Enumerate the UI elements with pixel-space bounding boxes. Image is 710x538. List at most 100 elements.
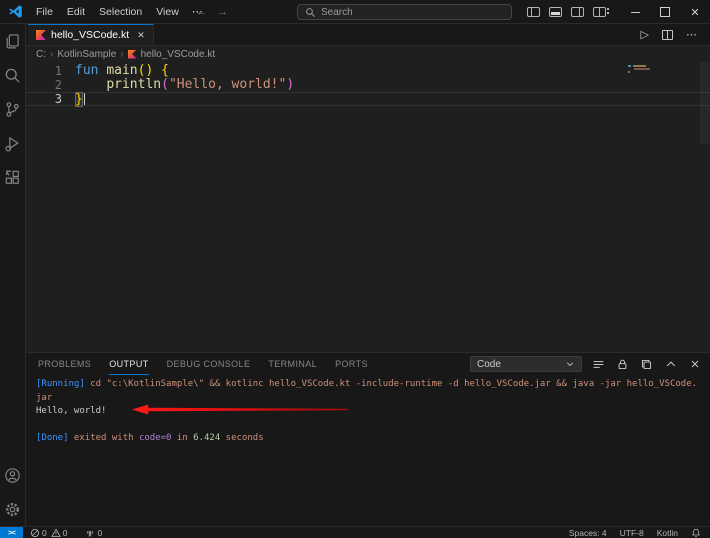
title-bar: File Edit Selection View ⋯ ← → Search ✕: [0, 0, 710, 24]
maximize-panel-icon[interactable]: [663, 357, 678, 372]
output-channel-select[interactable]: Code: [470, 356, 582, 372]
token-function: println: [106, 77, 162, 92]
token-bracket1: (): [137, 63, 154, 78]
open-log-file-icon[interactable]: [639, 357, 654, 372]
editor-column: hello_VSCode.kt ✕ ▷ ⋯ C: › KotlinSample …: [26, 24, 710, 526]
breadcrumb-separator: ›: [50, 48, 54, 60]
code-lines: 1 fun main() {2 println("Hello, world!") 3…: [26, 63, 710, 107]
search-placeholder: Search: [321, 6, 353, 18]
line-number: 3: [54, 92, 62, 106]
menu-view[interactable]: View: [149, 0, 186, 24]
nav-back-icon[interactable]: ←: [196, 6, 207, 18]
line-number: 1: [54, 64, 62, 78]
lock-scroll-icon[interactable]: [615, 357, 630, 372]
menu-file[interactable]: File: [29, 0, 60, 24]
minimap[interactable]: [628, 65, 650, 74]
status-bar: >< 0 0 0 Spaces: 4 UTF-8 Kotlin: [0, 526, 710, 538]
problems-indicator[interactable]: 0 0 0: [30, 528, 102, 538]
search-sidebar-icon[interactable]: [0, 58, 26, 92]
breadcrumb-folder[interactable]: KotlinSample: [57, 49, 116, 60]
token-info: [Running]: [36, 379, 85, 389]
output-lines: [Running] cd "c:\KotlinSample\" && kotli…: [36, 378, 710, 446]
breadcrumb-separator: ›: [120, 48, 124, 60]
tab-output[interactable]: OUTPUT: [109, 353, 149, 375]
toggle-secondary-sidebar-icon[interactable]: [571, 7, 584, 17]
editor-actions: ▷ ⋯: [641, 24, 710, 45]
tab-close-icon[interactable]: ✕: [137, 30, 145, 41]
vscode-logo-icon: [8, 4, 23, 19]
maximize-button[interactable]: [650, 0, 680, 24]
menu-edit[interactable]: Edit: [60, 0, 92, 24]
customize-layout-icon[interactable]: [593, 7, 609, 17]
toggle-panel-icon[interactable]: [549, 7, 562, 17]
ports-indicator[interactable]: 0: [85, 528, 102, 538]
close-panel-icon[interactable]: [687, 357, 702, 372]
code-line[interactable]: 3}: [26, 92, 710, 107]
minimize-button[interactable]: [620, 0, 650, 24]
token-command: seconds: [220, 433, 264, 443]
indent-indicator[interactable]: Spaces: 4: [569, 528, 607, 538]
layout-controls: [527, 7, 609, 17]
main-area: hello_VSCode.kt ✕ ▷ ⋯ C: › KotlinSample …: [0, 24, 710, 526]
source-control-icon[interactable]: [0, 92, 26, 126]
accounts-icon[interactable]: [0, 458, 26, 492]
code-line[interactable]: 1 fun main() {: [26, 63, 710, 79]
token-string: "Hello, world!": [168, 77, 287, 92]
explorer-icon[interactable]: [0, 24, 26, 58]
token-bracket2: ): [286, 77, 295, 92]
tab-debug-console[interactable]: DEBUG CONSOLE: [167, 353, 251, 375]
tab-hello-vscode-kt[interactable]: hello_VSCode.kt ✕: [28, 24, 154, 45]
output-line: [Running] cd "c:\KotlinSample\" && kotli…: [36, 378, 710, 392]
editor-more-actions-icon[interactable]: ⋯: [686, 28, 698, 41]
vscode-window: File Edit Selection View ⋯ ← → Search ✕: [0, 0, 710, 538]
output-line: [Done] exited with code=0 in 6.424 secon…: [36, 432, 710, 446]
ports-count: 0: [97, 527, 103, 538]
run-file-button[interactable]: ▷: [641, 28, 649, 41]
nav-forward-icon[interactable]: →: [217, 6, 228, 18]
output-line: jar: [36, 392, 710, 406]
error-icon: [30, 528, 40, 538]
command-center-search[interactable]: Search: [297, 4, 512, 20]
run-and-debug-icon[interactable]: [0, 126, 26, 160]
token-command: exited with: [68, 433, 139, 443]
panel-header: PROBLEMS OUTPUT DEBUG CONSOLE TERMINAL P…: [26, 353, 710, 375]
token-bracket1: {: [161, 63, 169, 78]
warning-count: 0: [62, 527, 68, 538]
breadcrumb-file[interactable]: hello_VSCode.kt: [141, 49, 216, 60]
output-view[interactable]: [Running] cd "c:\KotlinSample\" && kotli…: [26, 375, 710, 526]
editor-scrollbar[interactable]: [700, 62, 710, 144]
error-count: 0: [42, 527, 47, 538]
tab-ports[interactable]: PORTS: [335, 353, 368, 375]
split-editor-icon[interactable]: [662, 29, 673, 40]
tab-label: hello_VSCode.kt: [51, 29, 130, 41]
code-editor[interactable]: 1 fun main() {2 println("Hello, world!") 3…: [26, 62, 710, 352]
history-nav: ← →: [196, 0, 228, 24]
settings-gear-icon[interactable]: [0, 492, 26, 526]
encoding-indicator[interactable]: UTF-8: [620, 528, 644, 538]
window-controls: ✕: [527, 0, 710, 24]
bottom-panel: PROBLEMS OUTPUT DEBUG CONSOLE TERMINAL P…: [26, 352, 710, 526]
code-text: println("Hello, world!"): [62, 78, 294, 92]
token-num: 6.424: [193, 433, 221, 443]
kotlin-file-icon: [36, 30, 46, 40]
token-function: main: [106, 63, 138, 78]
remote-indicator[interactable]: ><: [0, 527, 23, 538]
extensions-icon[interactable]: [0, 160, 26, 194]
toggle-sidebar-icon[interactable]: [527, 7, 540, 17]
clear-output-icon[interactable]: [591, 357, 606, 372]
close-window-button[interactable]: ✕: [680, 0, 710, 24]
language-mode-indicator[interactable]: Kotlin: [657, 528, 678, 538]
panel-actions: Code: [470, 353, 702, 375]
menu-selection[interactable]: Selection: [92, 0, 149, 24]
chevron-down-icon: [565, 359, 575, 369]
notifications-bell-icon[interactable]: [691, 528, 701, 538]
radio-tower-icon: [85, 528, 95, 538]
tab-problems[interactable]: PROBLEMS: [38, 353, 91, 375]
token-bracket2: (: [161, 77, 169, 92]
code-line[interactable]: 2 println("Hello, world!"): [26, 78, 710, 93]
tab-terminal[interactable]: TERMINAL: [268, 353, 317, 375]
breadcrumb-drive[interactable]: C:: [36, 49, 46, 60]
line-number: 2: [54, 78, 62, 92]
